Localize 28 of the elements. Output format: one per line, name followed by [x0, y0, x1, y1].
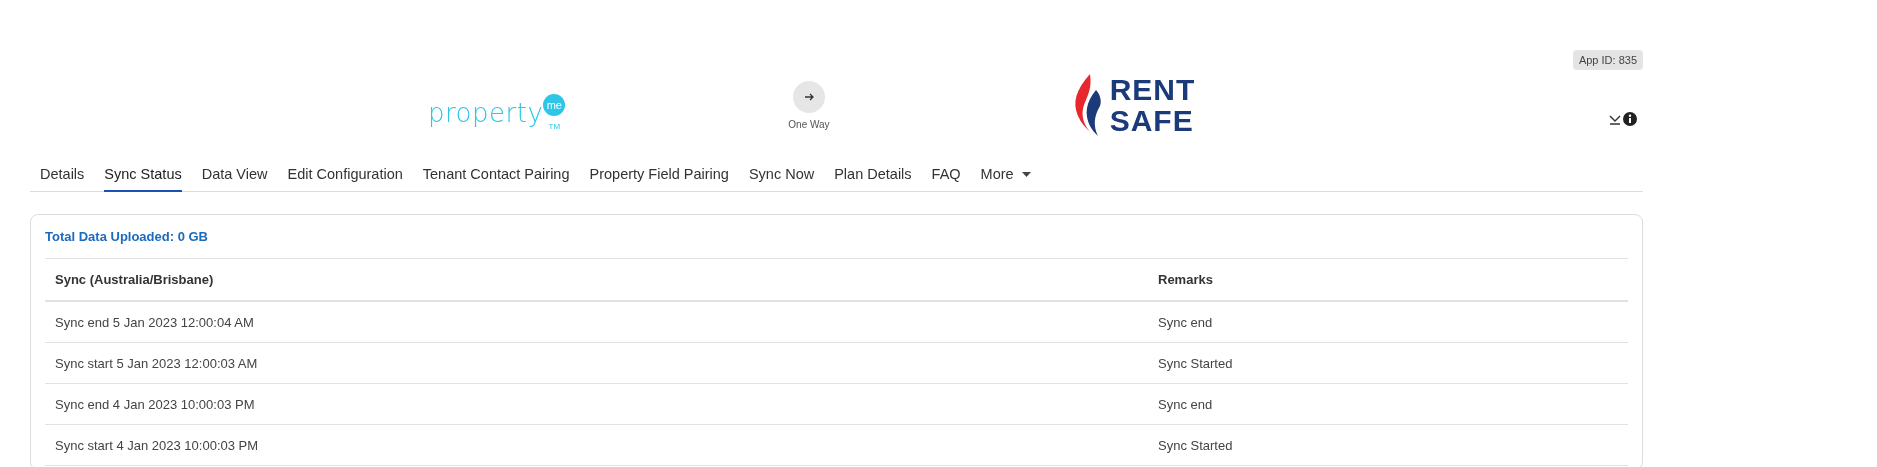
table-cell: Sync start 5 Jan 2023 12:00:03 AM: [45, 342, 1148, 384]
tab[interactable]: Plan Details: [824, 158, 922, 192]
column-header: Sync (Australia/Brisbane): [45, 259, 1148, 301]
table-cell: Sync Started: [1148, 342, 1628, 384]
table-cell: Sync start 4 Jan 2023 10:00:03 PM: [45, 424, 1148, 466]
tab[interactable]: Property Field Pairing: [579, 158, 739, 192]
tab[interactable]: Data View: [191, 158, 278, 192]
tab[interactable]: Tenant Contact Pairing: [412, 158, 580, 192]
tab[interactable]: Edit Configuration: [277, 158, 413, 192]
tab[interactable]: Details: [30, 158, 95, 192]
table-cell: Sync end 4 Jan 2023 10:00:03 PM: [45, 383, 1148, 425]
sync-direction-label: One Way: [788, 119, 830, 130]
rent-safe-logo: RENT SAFE: [1071, 72, 1196, 138]
table-cell: Sync end 5 Jan 2023 12:00:04 AM: [45, 301, 1148, 343]
arrow-right-icon: [792, 81, 825, 113]
table-cell: Sync end: [1148, 301, 1628, 343]
tab[interactable]: Sync Now: [738, 158, 825, 192]
tab[interactable]: FAQ: [921, 158, 971, 192]
total-data-uploaded: Total Data Uploaded: 0 GB: [45, 229, 1628, 259]
info-icon[interactable]: [1623, 112, 1637, 126]
table-cell: Sync Started: [1148, 424, 1628, 466]
tab[interactable]: Sync Status: [104, 158, 182, 192]
download-icon[interactable]: [1609, 113, 1621, 125]
table-cell: Sync end: [1148, 383, 1628, 425]
tab[interactable]: More: [970, 158, 1041, 192]
column-header: Remarks: [1148, 259, 1628, 301]
caret-icon: [1021, 171, 1031, 177]
app-id-badge: App ID: 835: [1572, 50, 1643, 70]
